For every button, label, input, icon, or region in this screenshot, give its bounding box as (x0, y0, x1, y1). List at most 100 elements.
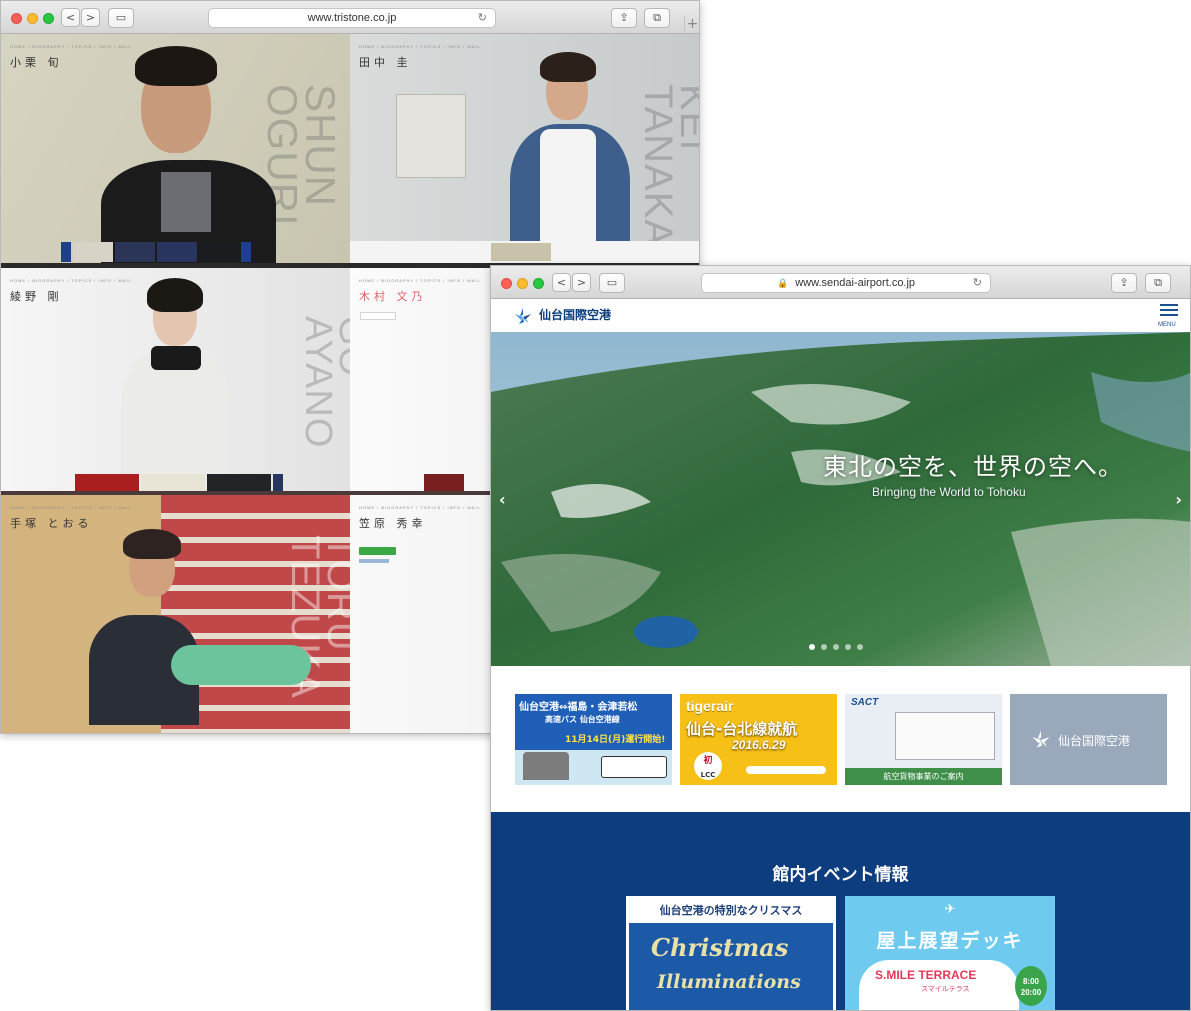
event-text: Christmas (651, 933, 789, 962)
close-window-button[interactable] (11, 13, 22, 24)
plane-shape (746, 766, 826, 774)
thumbnail-strip[interactable] (61, 242, 251, 262)
sidebar-toggle-button[interactable]: ▭ (108, 8, 134, 28)
banner-row: 仙台空港⇔福島・会津若松 高速バス 仙台空港線 11月14日(月)運行開始! t… (515, 694, 1167, 785)
banner-text: 高速バス 仙台空港線 (545, 715, 620, 724)
event-title: 屋上展望デッキ (876, 930, 1024, 952)
profile-name: 田中 圭 (359, 56, 412, 69)
zoom-window-button[interactable] (43, 13, 54, 24)
profile-name: 木村 文乃 (359, 290, 427, 303)
slide-dot[interactable] (845, 644, 851, 650)
tabs-button[interactable]: ⧉ (1145, 273, 1171, 293)
hero-slideshow[interactable]: 東北の空を、世界の空へ。 Bringing the World to Tohok… (491, 332, 1190, 666)
banner-sact[interactable]: SACT 航空貨物事業のご案内 (845, 694, 1002, 785)
tabs-button[interactable]: ⧉ (644, 8, 670, 28)
events-section: 館内イベント情報 仙台空港の特別なクリスマス Christmas Illumin… (491, 812, 1190, 1010)
building-shape (895, 712, 995, 760)
back-button[interactable]: < (552, 273, 571, 292)
slide-dot[interactable] (833, 644, 839, 650)
hero-title: 東北の空を、世界の空へ。 (823, 453, 1123, 481)
breadcrumb: HOME / BIOGRAPHY / TOPICS / INFO / MAIL (359, 44, 481, 49)
back-button[interactable]: < (61, 8, 80, 27)
menu-button[interactable]: MENU (1158, 302, 1180, 328)
lock-icon: 🔒 (776, 278, 789, 288)
link[interactable] (359, 559, 389, 563)
banner-text: 仙台-台北線就航 (686, 720, 798, 738)
event-card-christmas[interactable]: 仙台空港の特別なクリスマス Christmas Illuminations (626, 896, 836, 1010)
slide-indicators (809, 644, 863, 650)
airport-logo-icon (1032, 730, 1050, 748)
sidebar-toggle-button[interactable]: ▭ (599, 273, 625, 293)
menu-label: MENU (1158, 322, 1176, 328)
hours-badge: 8:00 20:00 (1015, 966, 1047, 1006)
banner-title: SACT (851, 697, 879, 708)
minimize-window-button[interactable] (517, 278, 528, 289)
profile-name: 手塚 とおる (10, 517, 93, 530)
event-card-observation-deck[interactable]: ✈ 屋上展望デッキ S.MILE TERRACE スマイルテラス 8:00 20:… (845, 896, 1055, 1010)
action-button[interactable] (359, 547, 396, 555)
plane-icon: ✈ (944, 902, 956, 917)
airport-logo-icon[interactable] (511, 306, 535, 326)
prev-slide-button[interactable]: ‹ (499, 490, 506, 509)
browser-window-sendai-airport: < > ▭ 🔒 www.sendai-airport.co.jp ↻ ⇪ ⧉ 仙… (490, 265, 1191, 1011)
address-bar[interactable]: 🔒 www.sendai-airport.co.jp ↻ (701, 273, 991, 293)
event-text: スマイルテラス (921, 985, 970, 993)
forward-button[interactable]: > (572, 273, 591, 292)
event-text: Illuminations (657, 971, 801, 993)
bus-shape (601, 756, 667, 778)
banner-date: 2016.6.29 (732, 738, 786, 752)
profile-name: 綾野 剛 (10, 290, 63, 303)
title-bar: < > ▭ 🔒 www.sendai-airport.co.jp ↻ ⇪ ⧉ (491, 266, 1190, 299)
breadcrumb: HOME / BIOGRAPHY / TOPICS / INFO / MAIL (359, 278, 481, 283)
profile-name: 小栗 旬 (10, 56, 63, 69)
next-slide-button[interactable]: › (1175, 490, 1182, 509)
profile-tile[interactable]: HOME / BIOGRAPHY / TOPICS / INFO / MAIL … (1, 34, 350, 263)
profile-name: 笠原 秀幸 (359, 517, 427, 530)
url-text: www.sendai-airport.co.jp (795, 277, 916, 289)
minimize-window-button[interactable] (27, 13, 38, 24)
url-text: www.tristone.co.jp (307, 12, 397, 24)
zoom-window-button[interactable] (533, 278, 544, 289)
profile-name-large: GO AYANO (297, 316, 350, 449)
profile-name-large: TORU TEZUKA (283, 535, 350, 699)
banner-title: 仙台空港⇔福島・会津若松 (519, 702, 638, 713)
hero-subtitle: Bringing the World to Tohoku (872, 485, 1026, 499)
title-bar: < > ▭ www.tristone.co.jp ↻ ⇪ ⧉ + (1, 1, 699, 34)
banner-text: 11月14日(月)運行開始! (565, 735, 666, 745)
event-title: 仙台空港の特別なクリスマス (629, 899, 833, 923)
breadcrumb: HOME / BIOGRAPHY / TOPICS / INFO / MAIL (359, 505, 481, 510)
slide-dot[interactable] (821, 644, 827, 650)
lcc-badge: 初 LCC (694, 752, 722, 780)
forward-button[interactable]: > (81, 8, 100, 27)
breadcrumb: HOME / BIOGRAPHY / TOPICS / INFO / MAIL (10, 505, 132, 510)
banner-title: 仙台国際空港 (1058, 734, 1131, 748)
site-logo-text[interactable]: 仙台国際空港 (539, 306, 611, 323)
breadcrumb: HOME / BIOGRAPHY / TOPICS / INFO / MAIL (10, 278, 132, 283)
events-heading: 館内イベント情報 (772, 865, 909, 885)
link-button[interactable] (360, 312, 396, 320)
thumbnail-strip[interactable] (424, 474, 464, 491)
profile-tile[interactable]: HOME / BIOGRAPHY / TOPICS / INFO / MAIL … (350, 34, 700, 263)
profile-tile[interactable]: HOME / BIOGRAPHY / TOPICS / INFO / MAIL … (1, 495, 350, 733)
banner-caption: 航空貨物事業のご案内 (845, 768, 1002, 785)
thumbnail-strip[interactable] (491, 243, 551, 263)
breadcrumb: HOME / BIOGRAPHY / TOPICS / INFO / MAIL (10, 44, 132, 49)
site-header: 仙台国際空港 MENU (491, 299, 1190, 332)
wall-box (396, 94, 466, 178)
reload-icon[interactable]: ↻ (478, 9, 487, 27)
new-tab-button[interactable]: + (684, 16, 699, 32)
share-button[interactable]: ⇪ (611, 8, 637, 28)
share-button[interactable]: ⇪ (1111, 273, 1137, 293)
banner-bus[interactable]: 仙台空港⇔福島・会津若松 高速バス 仙台空港線 11月14日(月)運行開始! (515, 694, 672, 785)
profile-tile[interactable]: HOME / BIOGRAPHY / TOPICS / INFO / MAIL … (1, 268, 350, 491)
castle-shape (523, 752, 569, 780)
address-bar[interactable]: www.tristone.co.jp ↻ (208, 8, 496, 28)
close-window-button[interactable] (501, 278, 512, 289)
profile-name-large: KEI TANAKA (636, 84, 700, 248)
banner-title: tigerair (686, 698, 734, 714)
slide-dot[interactable] (857, 644, 863, 650)
reload-icon[interactable]: ↻ (973, 274, 982, 292)
banner-tigerair[interactable]: tigerair 仙台-台北線就航 2016.6.29 初 LCC (680, 694, 837, 785)
slide-dot[interactable] (809, 644, 815, 650)
banner-airport-logo[interactable]: 仙台国際空港 (1010, 694, 1167, 785)
